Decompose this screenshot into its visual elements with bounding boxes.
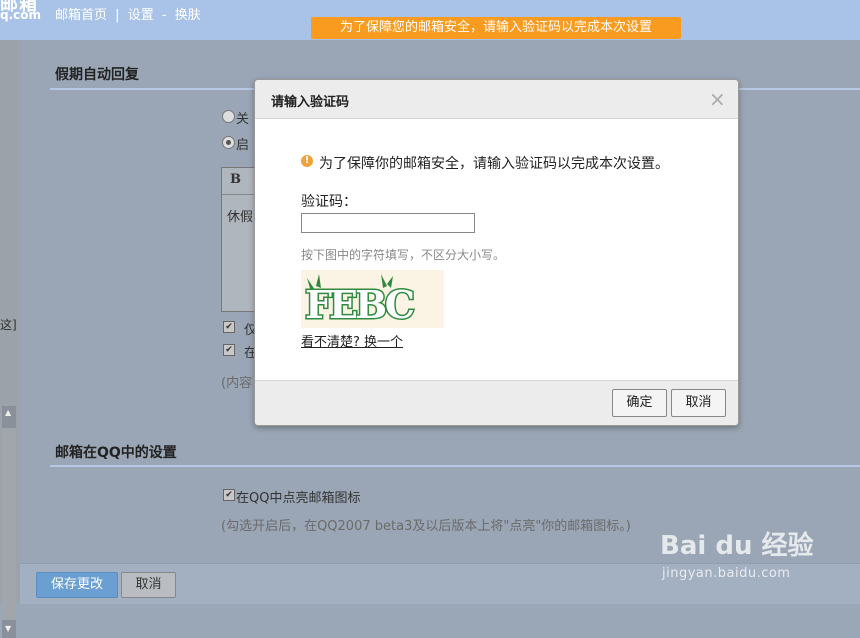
vacation-on-label: 启 [236,138,250,153]
top-nav: 邮箱首页 | 设置 - 换肤 [55,4,201,23]
qq-light-icon-checkbox[interactable]: ✔ [223,489,235,501]
nav-settings[interactable]: 设置 [128,8,154,23]
nav-mail-home[interactable]: 邮箱首页 [55,8,107,23]
dialog-footer: 确定 取消 [255,380,738,425]
scrollbar-thumb[interactable] [2,428,16,620]
scroll-up-icon[interactable]: ▲ [5,408,11,417]
captcha-text: FEBC [305,282,414,327]
security-banner: 为了保障您的邮箱安全，请输入验证码以完成本次设置 [311,17,681,39]
dialog-header: 请输入验证码 × [255,80,738,119]
logo-domain: q.com [0,8,42,22]
top-header: 邮箱 q.com 邮箱首页 | 设置 - 换肤 为了保障您的邮箱安全，请输入验证… [0,0,860,40]
sidebar-scrollbar[interactable]: ▲ ▼ [2,406,16,638]
vacation-off-label: 关 [236,112,250,127]
refresh-captcha-link[interactable]: 看不清楚? 换一个 [301,331,403,350]
cancel-button[interactable]: 取消 [121,572,176,598]
dialog-message: 为了保障你的邮箱安全，请输入验证码以完成本次设置。 [319,156,669,172]
nav-separator: | [115,8,120,23]
captcha-hint: 按下图中的字符填写，不区分大小写。 [301,248,506,262]
vacation-off-radio[interactable] [222,110,235,123]
nav-change-skin[interactable]: 换肤 [175,8,201,23]
captcha-image: FEBC [301,270,444,328]
watermark-site: jingyan.baidu.com [662,566,791,581]
warning-icon: ! [301,155,313,167]
sidebar-hint-text: 这] [0,318,17,332]
vacation-on-radio[interactable] [222,136,235,149]
qq-settings-title: 邮箱在QQ中的设置 [55,445,177,461]
confirm-button[interactable]: 确定 [612,389,667,417]
baidu-jingyan-watermark: Bai du 经验 [660,531,814,561]
save-changes-button[interactable]: 保存更改 [36,572,118,598]
dialog-title: 请输入验证码 [271,95,350,110]
scroll-down-icon[interactable]: ▼ [5,624,11,633]
bold-button[interactable]: B [230,172,241,187]
dialog-cancel-button[interactable]: 取消 [671,389,726,417]
qq-note: (勾选开启后，在QQ2007 beta3及以后版本上将"点亮"你的邮箱图标。) [221,519,631,534]
left-sidebar: 这] ▲ ▼ [0,40,20,638]
qq-light-icon-label: 在QQ中点亮邮箱图标 [236,491,361,506]
captcha-dialog: 请输入验证码 × ! 为了保障你的邮箱安全，请输入验证码以完成本次设置。 验证码… [254,79,739,426]
section-divider [50,465,860,467]
editor-text[interactable]: 休假 [227,206,253,225]
vacation-note: (内容 [221,376,253,391]
only-once-checkbox[interactable]: ✔ [223,321,235,333]
captcha-label: 验证码： [301,194,357,210]
vacation-reply-title: 假期自动回复 [55,67,139,83]
period-checkbox[interactable]: ✔ [223,344,235,356]
nav-separator: - [161,8,167,23]
captcha-input[interactable] [301,213,475,233]
close-icon[interactable]: × [709,87,726,111]
